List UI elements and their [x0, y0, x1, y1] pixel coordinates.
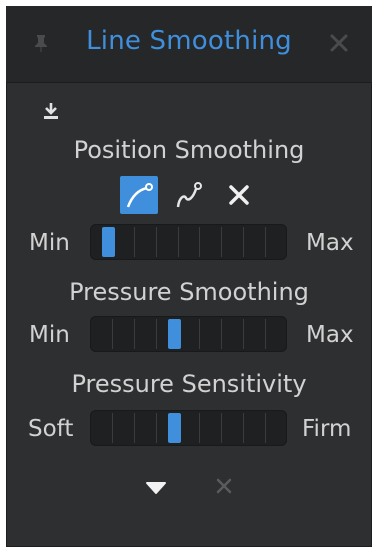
position-smoothing-slider-row: Min Max — [6, 224, 372, 264]
pressure-sensitivity-max-label: Firm — [302, 416, 352, 442]
slider-tick — [243, 227, 244, 257]
slider-tick — [156, 319, 157, 349]
slider-tick — [221, 319, 222, 349]
pressure-sensitivity-slider[interactable] — [90, 410, 287, 446]
curve-smoothing-button[interactable] — [120, 176, 158, 214]
position-smoothing-max-label: Max — [306, 230, 354, 256]
slider-tick — [112, 319, 113, 349]
pressure-sensitivity-label: Pressure Sensitivity — [71, 370, 307, 398]
position-smoothing-slider[interactable] — [90, 224, 287, 260]
node-smoothing-icon — [176, 182, 202, 208]
pressure-sensitivity-min-label: Soft — [28, 416, 74, 442]
position-smoothing-thumb[interactable] — [102, 227, 115, 257]
pressure-sensitivity-slider-row: Soft Firm — [6, 410, 372, 450]
slider-tick — [134, 227, 135, 257]
slider-tick — [243, 319, 244, 349]
curve-smoothing-icon — [126, 183, 153, 208]
slider-tick — [265, 319, 266, 349]
slider-tick — [221, 413, 222, 443]
slider-tick — [199, 227, 200, 257]
slider-tick — [265, 227, 266, 257]
slider-tick — [134, 413, 135, 443]
panel-footer — [6, 476, 372, 500]
reset-x-icon[interactable] — [214, 476, 234, 496]
panel-titlebar: Line Smoothing — [6, 6, 372, 83]
smoothing-mode-selector — [6, 176, 372, 216]
dropdown-triangle-icon[interactable] — [144, 480, 168, 496]
pressure-sensitivity-thumb[interactable] — [168, 413, 181, 443]
slider-tick — [134, 319, 135, 349]
slider-tick — [221, 227, 222, 257]
slider-tick — [156, 227, 157, 257]
position-smoothing-min-label: Min — [29, 230, 70, 256]
slider-tick — [199, 413, 200, 443]
position-smoothing-label: Position Smoothing — [73, 136, 305, 164]
slider-tick — [156, 413, 157, 443]
slider-tick — [199, 319, 200, 349]
pressure-smoothing-max-label: Max — [306, 322, 354, 348]
slider-tick — [112, 413, 113, 443]
panel-title: Line Smoothing — [86, 26, 292, 56]
download-icon[interactable] — [42, 102, 60, 120]
pressure-smoothing-thumb[interactable] — [168, 319, 181, 349]
slider-tick — [178, 227, 179, 257]
pressure-smoothing-min-label: Min — [29, 322, 70, 348]
pressure-smoothing-slider[interactable] — [90, 316, 287, 352]
no-smoothing-icon — [229, 185, 249, 205]
slider-tick — [265, 413, 266, 443]
pressure-smoothing-label: Pressure Smoothing — [69, 278, 309, 306]
slider-tick — [243, 413, 244, 443]
pressure-smoothing-slider-row: Min Max — [6, 316, 372, 356]
close-icon[interactable] — [328, 32, 350, 54]
no-smoothing-button[interactable] — [220, 176, 258, 214]
node-smoothing-button[interactable] — [170, 176, 208, 214]
line-smoothing-panel: Line Smoothing Position Smoothing Min Ma… — [6, 6, 372, 547]
